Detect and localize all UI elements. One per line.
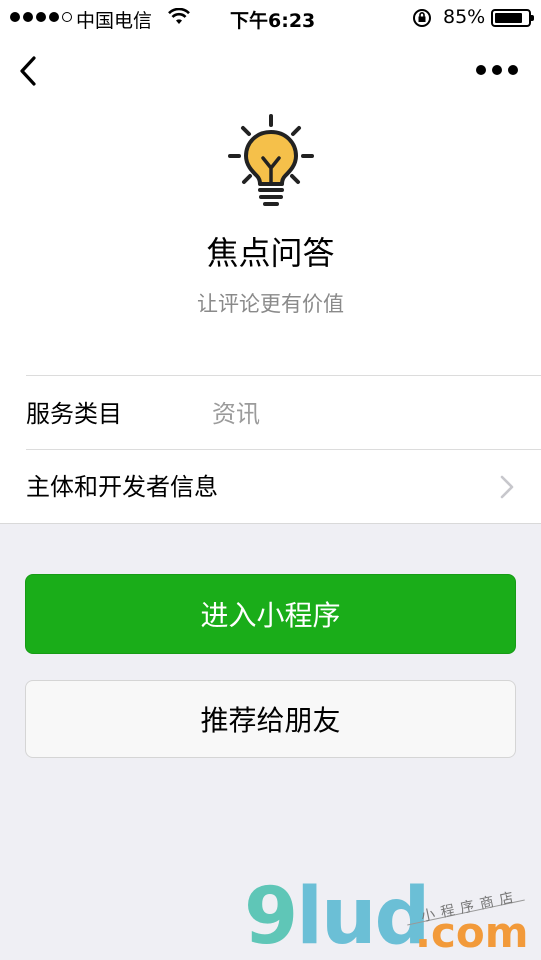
app-description: 让评论更有价值: [197, 292, 344, 316]
back-button[interactable]: [14, 54, 44, 88]
battery-icon: [491, 9, 534, 27]
app-name: 焦点问答: [206, 234, 335, 272]
watermark-domain: .com: [415, 908, 529, 957]
chevron-left-icon: [20, 56, 36, 86]
developer-info-label: 主体和开发者信息: [26, 473, 218, 501]
panel-border: [0, 523, 541, 524]
service-category-value: 资讯: [212, 400, 260, 428]
chevron-right-icon: [500, 475, 514, 499]
lightbulb-icon: [226, 112, 316, 208]
enter-mini-program-button[interactable]: 进入小程序: [25, 574, 516, 654]
signal-strength-icon: [10, 12, 72, 22]
status-bar: 中国电信 下午6:23 85%: [0, 0, 541, 36]
battery-percent: 85%: [443, 6, 486, 28]
wifi-icon: [168, 7, 190, 31]
rotation-lock-icon: [412, 8, 432, 33]
divider: [26, 375, 541, 376]
more-dot: [492, 65, 502, 75]
carrier-name: 中国电信: [76, 10, 153, 32]
more-options-button[interactable]: [476, 60, 522, 80]
share-to-friends-button[interactable]: 推荐给朋友: [25, 680, 516, 758]
service-category-label: 服务类目: [26, 400, 122, 428]
watermark-brand-lud: lud: [296, 872, 430, 960]
app-profile-panel: 焦点问答 让评论更有价值 服务类目 资讯 主体和开发者信息: [0, 36, 541, 523]
watermark-logo: 9lud: [244, 878, 430, 956]
clock: 下午6:23: [230, 10, 316, 32]
developer-info-row[interactable]: 主体和开发者信息: [0, 449, 541, 523]
more-dot: [508, 65, 518, 75]
more-dot: [476, 65, 486, 75]
watermark-brand-9: 9: [244, 872, 298, 960]
